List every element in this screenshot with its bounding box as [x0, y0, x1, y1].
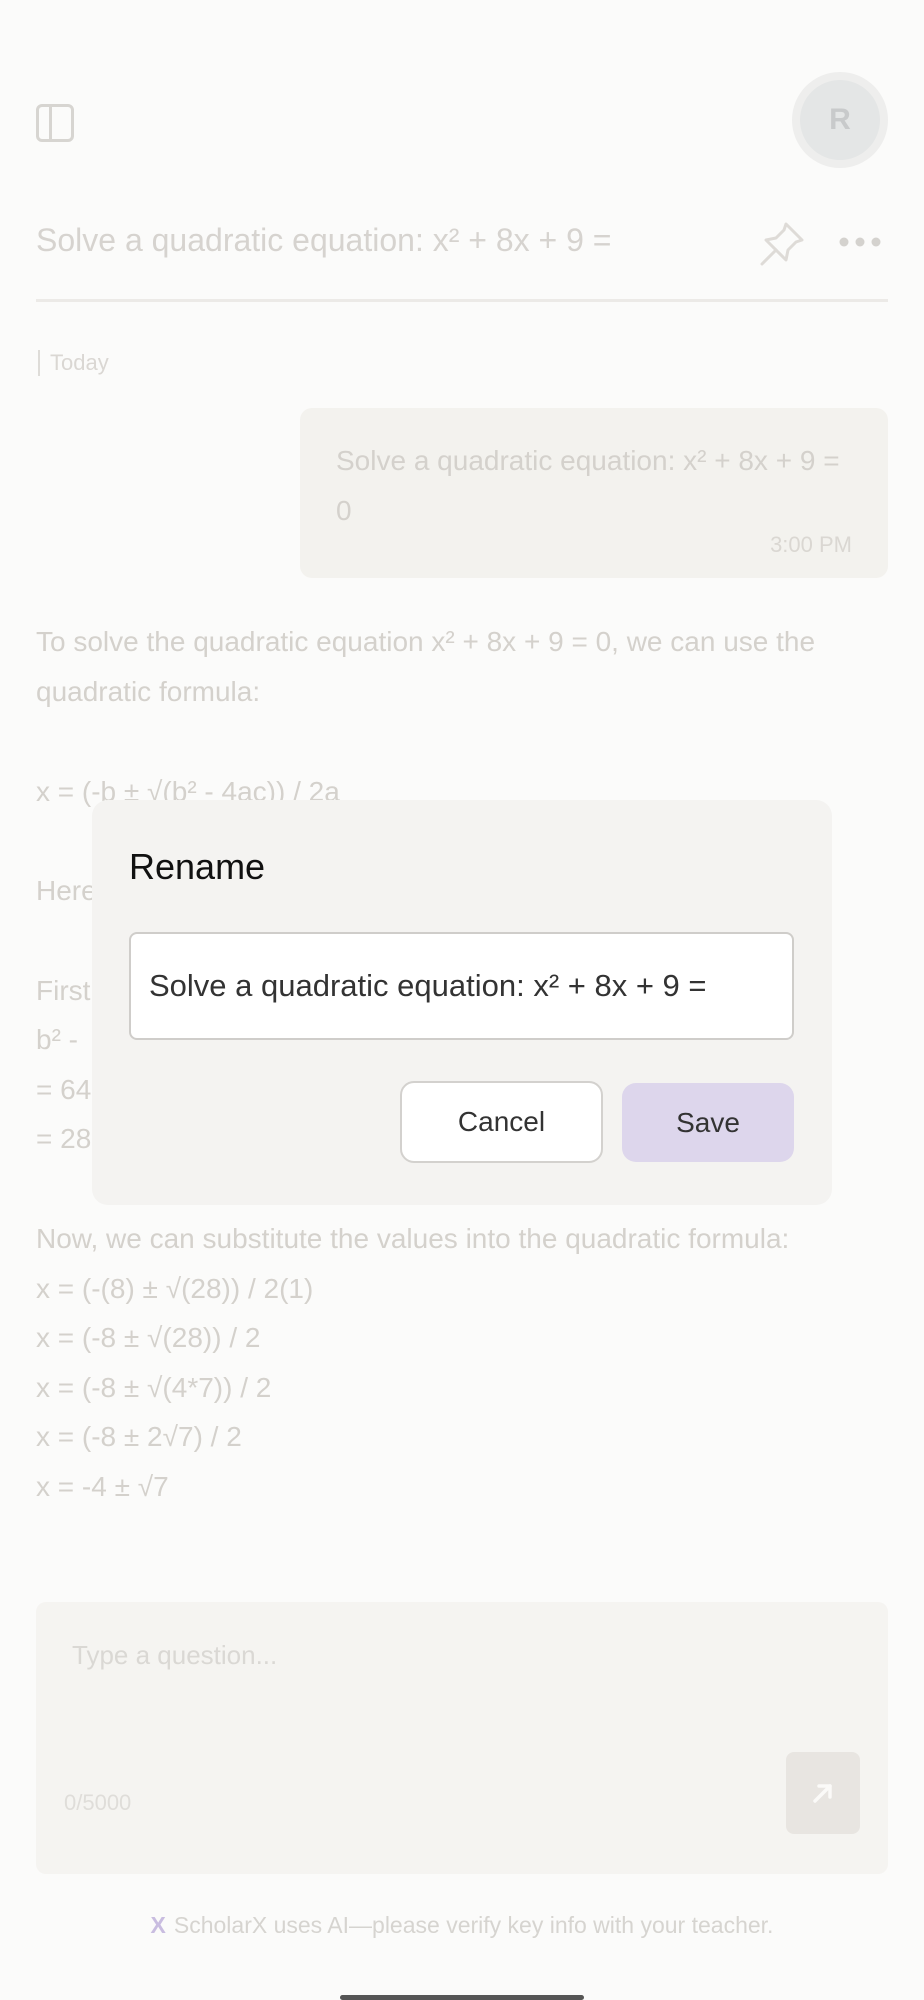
- user-message-text: Solve a quadratic equation: x² + 8x + 9 …: [336, 445, 840, 526]
- answer-line: quadratic formula:: [36, 676, 261, 707]
- cancel-button[interactable]: Cancel: [400, 1081, 603, 1163]
- disclaimer-text: ScholarX uses AI—please verify key info …: [173, 1912, 774, 1938]
- answer-line: Now, we can substitute the values into t…: [36, 1223, 790, 1254]
- chat-title: Solve a quadratic equation: x² + 8x + 9 …: [36, 222, 612, 258]
- pin-icon[interactable]: [756, 218, 808, 270]
- message-timestamp: 3:00 PM: [770, 532, 852, 557]
- answer-line: b² -: [36, 1024, 78, 1055]
- answer-line: x = (-(8) ± √(28)) / 2(1): [36, 1273, 314, 1304]
- save-button[interactable]: Save: [622, 1083, 794, 1162]
- answer-line: = 28: [36, 1123, 92, 1154]
- answer-line: To solve the quadratic equation x² + 8x …: [36, 626, 816, 657]
- answer-line: x = (-8 ± 2√7) / 2: [36, 1421, 242, 1452]
- send-button[interactable]: [786, 1752, 860, 1834]
- avatar[interactable]: R: [800, 80, 880, 160]
- more-options-icon[interactable]: [836, 230, 884, 254]
- answer-line: First: [36, 975, 91, 1006]
- question-input-placeholder[interactable]: Type a question...: [72, 1640, 277, 1671]
- scholarx-logo-icon: X: [150, 1912, 166, 1938]
- user-message-bubble: Solve a quadratic equation: x² + 8x + 9 …: [300, 408, 888, 578]
- answer-line: Here: [36, 875, 97, 906]
- title-divider: [36, 299, 888, 302]
- answer-line: x = (-8 ± √(4*7)) / 2: [36, 1372, 272, 1403]
- dialog-title: Rename: [129, 846, 266, 887]
- ai-disclaimer: X ScholarX uses AI—please verify key info…: [0, 1912, 924, 1939]
- home-indicator: [340, 1995, 584, 2000]
- answer-line: x = -4 ± √7: [36, 1471, 169, 1502]
- answer-line: = 64: [36, 1074, 92, 1105]
- rename-input[interactable]: [129, 932, 794, 1040]
- answer-line: x = (-8 ± √(28)) / 2: [36, 1322, 261, 1353]
- arrow-up-right-icon: [813, 1784, 832, 1803]
- date-separator: Today: [38, 350, 109, 376]
- sidebar-toggle-icon[interactable]: [36, 104, 74, 142]
- character-counter: 0/5000: [64, 1790, 132, 1815]
